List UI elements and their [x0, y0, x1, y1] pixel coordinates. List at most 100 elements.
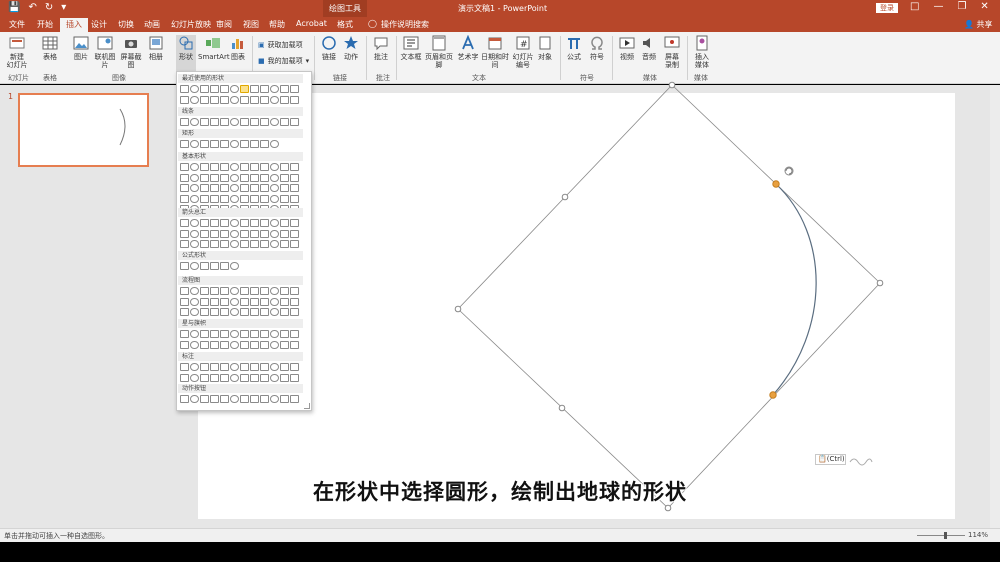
shape-option[interactable] — [250, 140, 259, 148]
shape-option[interactable] — [190, 373, 199, 382]
shape-option[interactable] — [250, 194, 259, 203]
shape-option[interactable] — [210, 85, 219, 93]
shape-option[interactable] — [210, 95, 219, 104]
shape-option[interactable] — [290, 173, 299, 182]
shape-option[interactable] — [200, 229, 209, 238]
shape-option[interactable] — [200, 340, 209, 349]
shape-option[interactable] — [230, 118, 239, 126]
shape-option[interactable] — [190, 297, 199, 306]
shape-option[interactable] — [210, 240, 219, 248]
shape-option[interactable] — [270, 140, 279, 148]
shape-option[interactable] — [250, 340, 259, 349]
shape-option[interactable] — [250, 330, 259, 338]
shape-option[interactable] — [220, 287, 229, 295]
shape-option[interactable] — [250, 163, 259, 171]
shape-option[interactable] — [180, 173, 189, 182]
shape-option[interactable] — [240, 95, 249, 104]
shape-option[interactable] — [220, 395, 229, 403]
shape-option[interactable] — [260, 308, 269, 316]
shape-option[interactable] — [250, 297, 259, 306]
shape-option[interactable] — [210, 340, 219, 349]
shape-option[interactable] — [200, 140, 209, 148]
shape-option[interactable] — [260, 85, 269, 93]
shape-option[interactable] — [280, 297, 289, 306]
shape-option[interactable] — [250, 219, 259, 227]
rotate-handle-icon[interactable] — [784, 166, 794, 176]
shape-option[interactable] — [270, 330, 279, 338]
shape-option[interactable] — [230, 85, 239, 93]
shape-option[interactable] — [230, 395, 239, 403]
shape-option[interactable] — [180, 194, 189, 203]
shape-option[interactable] — [280, 340, 289, 349]
shape-option[interactable] — [290, 95, 299, 104]
shape-option[interactable] — [220, 118, 229, 126]
shape-option[interactable] — [260, 340, 269, 349]
gallery-resize-grip[interactable] — [304, 403, 310, 409]
shape-option[interactable] — [240, 297, 249, 306]
shape-option[interactable] — [280, 85, 289, 93]
shape-option[interactable] — [220, 184, 229, 192]
shape-option[interactable] — [270, 373, 279, 382]
shape-option[interactable] — [210, 287, 219, 295]
shape-option[interactable] — [180, 297, 189, 306]
shape-option[interactable] — [210, 363, 219, 371]
shape-option[interactable] — [200, 194, 209, 203]
shape-option[interactable] — [180, 373, 189, 382]
shape-option[interactable] — [280, 330, 289, 338]
shape-option[interactable] — [260, 395, 269, 403]
shape-option[interactable] — [290, 363, 299, 371]
shape-option[interactable] — [270, 308, 279, 316]
shape-option[interactable] — [230, 229, 239, 238]
shape-option[interactable] — [240, 373, 249, 382]
shape-option[interactable] — [180, 287, 189, 295]
shape-option[interactable] — [190, 95, 199, 104]
resize-handle[interactable] — [876, 279, 884, 287]
shape-option[interactable] — [290, 297, 299, 306]
shape-option[interactable] — [190, 395, 199, 403]
shape-option[interactable] — [280, 229, 289, 238]
shape-option[interactable] — [210, 163, 219, 171]
shape-option[interactable] — [270, 85, 279, 93]
shape-option[interactable] — [190, 340, 199, 349]
shape-option[interactable] — [280, 219, 289, 227]
shape-option[interactable] — [270, 173, 279, 182]
shape-option[interactable] — [290, 118, 299, 126]
adjust-handle[interactable] — [769, 391, 777, 399]
shape-option[interactable] — [270, 184, 279, 192]
shape-option[interactable] — [260, 373, 269, 382]
shape-option[interactable] — [190, 85, 199, 93]
shape-option[interactable] — [290, 330, 299, 338]
shape-option[interactable] — [200, 373, 209, 382]
shape-option[interactable] — [210, 140, 219, 148]
shape-option[interactable] — [190, 118, 199, 126]
shape-option[interactable] — [230, 262, 239, 270]
shape-option[interactable] — [260, 240, 269, 248]
shape-option[interactable] — [230, 287, 239, 295]
shape-option[interactable] — [200, 85, 209, 93]
shape-option[interactable] — [240, 184, 249, 192]
shape-option[interactable] — [200, 330, 209, 338]
shape-option[interactable] — [230, 297, 239, 306]
shape-option[interactable] — [180, 240, 189, 248]
shape-option[interactable] — [220, 340, 229, 349]
shape-option[interactable] — [260, 287, 269, 295]
shape-option[interactable] — [230, 340, 239, 349]
shape-option[interactable] — [290, 184, 299, 192]
shape-option[interactable] — [200, 287, 209, 295]
resize-handle[interactable] — [668, 81, 676, 89]
shape-option[interactable] — [180, 229, 189, 238]
shape-option[interactable] — [240, 85, 249, 93]
shape-option[interactable] — [240, 330, 249, 338]
shape-option[interactable] — [180, 262, 189, 270]
shape-option[interactable] — [280, 287, 289, 295]
shape-option[interactable] — [220, 363, 229, 371]
shape-option[interactable] — [290, 240, 299, 248]
shape-option[interactable] — [180, 363, 189, 371]
shape-option[interactable] — [190, 330, 199, 338]
shape-option[interactable] — [270, 194, 279, 203]
shape-option[interactable] — [190, 308, 199, 316]
shape-option[interactable] — [230, 163, 239, 171]
shape-option[interactable] — [280, 163, 289, 171]
shape-option[interactable] — [240, 229, 249, 238]
shape-option[interactable] — [180, 219, 189, 227]
